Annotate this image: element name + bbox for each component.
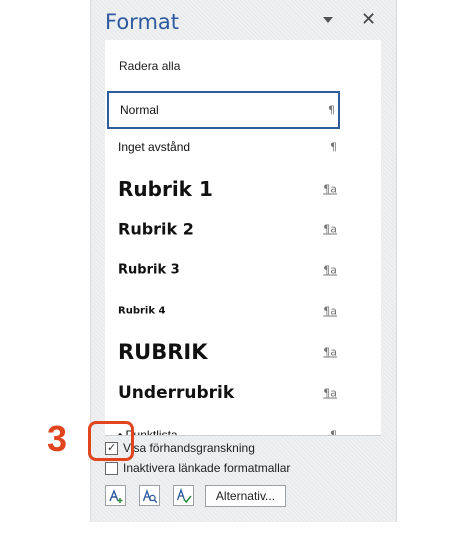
linked-style-icon: ¶a (323, 222, 337, 236)
style-item-label: Rubrik 1 (118, 177, 213, 201)
style-inspector-icon (142, 489, 158, 504)
style-item-bullet-list[interactable]: • Punktlista ¶ (107, 416, 340, 436)
paragraph-mark-icon: ¶ (330, 428, 337, 436)
paragraph-mark-icon: ¶ (328, 103, 335, 117)
close-icon[interactable]: ✕ (361, 9, 376, 30)
paragraph-mark-icon: ¶ (330, 140, 337, 154)
linked-style-icon: ¶a (323, 182, 337, 196)
style-item-title[interactable]: RUBRIK ¶a (107, 333, 340, 371)
style-item-no-spacing[interactable]: Inget avstånd ¶ (107, 128, 340, 166)
new-style-button[interactable] (105, 485, 126, 506)
style-item-label: Inget avstånd (118, 140, 191, 154)
manage-styles-button[interactable] (173, 485, 194, 506)
style-item-label: Normal (120, 103, 159, 117)
pane-title: Format (105, 10, 180, 34)
style-item-heading-1[interactable]: Rubrik 1 ¶a (107, 170, 340, 208)
step-number-annotation: 3 (47, 418, 68, 459)
linked-style-icon: ¶a (323, 263, 337, 277)
highlight-box-annotation (88, 421, 134, 461)
style-item-heading-2[interactable]: Rubrik 2 ¶a (107, 210, 340, 248)
linked-style-icon: ¶a (323, 345, 337, 359)
styles-list: Radera alla Normal ¶ Inget avstånd ¶ Rub… (105, 40, 381, 436)
new-style-icon (109, 489, 123, 503)
clear-all-item[interactable]: Radera alla (119, 59, 180, 73)
style-item-label: Rubrik 4 (118, 305, 166, 317)
show-preview-label: Visa förhandsgranskning (123, 441, 255, 455)
disable-linked-styles-label: Inaktivera länkade formatmallar (123, 461, 291, 475)
style-item-heading-4[interactable]: Rubrik 4 ¶a (107, 292, 340, 330)
style-item-heading-3[interactable]: Rubrik 3 ¶a (107, 251, 340, 289)
style-item-label: RUBRIK (118, 340, 208, 364)
style-item-label: Rubrik 2 (118, 219, 194, 239)
disable-linked-styles-checkbox[interactable] (105, 462, 118, 475)
linked-style-icon: ¶a (323, 304, 337, 318)
pane-options-dropdown-icon[interactable] (323, 17, 333, 23)
manage-styles-icon (176, 488, 192, 504)
styles-pane: Format ✕ Radera alla Normal ¶ Inget avst… (90, 0, 397, 522)
style-item-subtitle[interactable]: Underrubrik ¶a (107, 374, 340, 412)
style-item-label: Rubrik 3 (118, 262, 180, 278)
options-button[interactable]: Alternativ... (205, 485, 286, 507)
style-item-normal[interactable]: Normal ¶ (107, 91, 340, 129)
style-inspector-button[interactable] (139, 485, 160, 506)
linked-style-icon: ¶a (323, 386, 337, 400)
style-item-label: Underrubrik (118, 383, 235, 403)
